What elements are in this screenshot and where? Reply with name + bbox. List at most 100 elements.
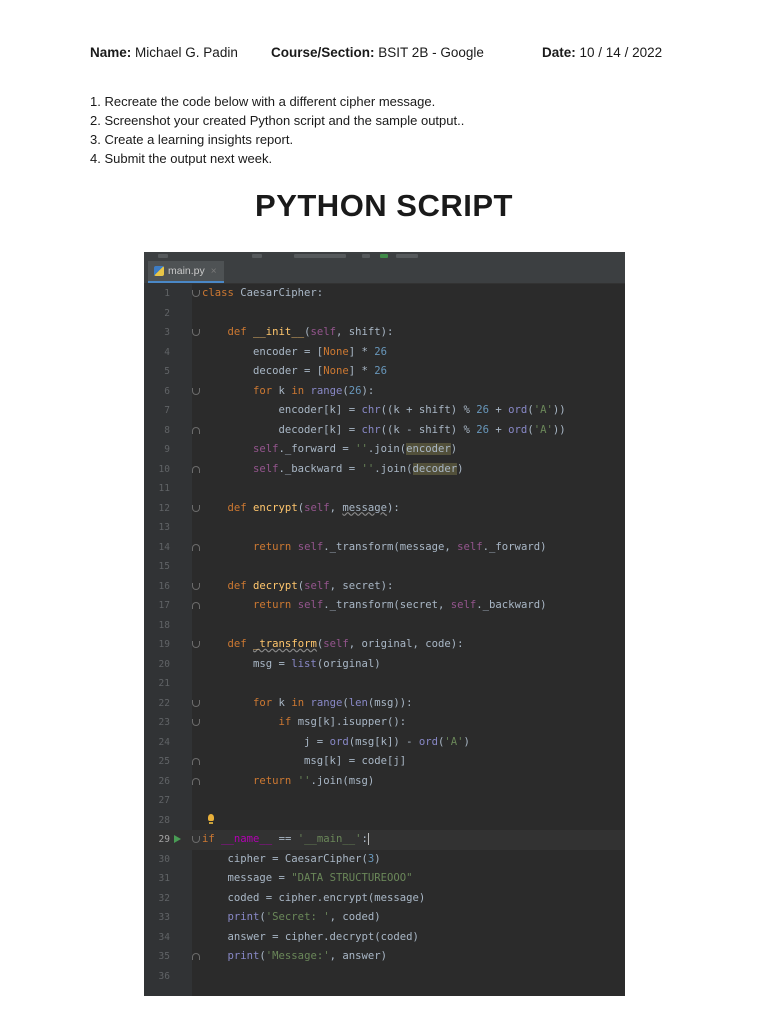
fold-marker-icon[interactable] bbox=[192, 426, 200, 434]
code-line[interactable]: 2 bbox=[144, 304, 625, 324]
code-line[interactable]: 13 bbox=[144, 518, 625, 538]
lightbulb-icon[interactable] bbox=[208, 813, 214, 824]
code-line[interactable]: 14 return self._transform(message, self.… bbox=[144, 538, 625, 558]
fold-marker-icon[interactable] bbox=[192, 719, 200, 726]
name-field: Name: Michael G. Padin bbox=[90, 45, 238, 60]
fold-marker-icon[interactable] bbox=[192, 836, 200, 843]
fold-marker-icon[interactable] bbox=[192, 777, 200, 785]
code-line[interactable]: 6 for k in range(26): bbox=[144, 382, 625, 402]
line-number: 1 bbox=[164, 288, 170, 299]
code-line[interactable]: 32 coded = cipher.encrypt(message) bbox=[144, 889, 625, 909]
name-label: Name: bbox=[90, 45, 132, 60]
code-line[interactable]: 30 cipher = CaesarCipher(3) bbox=[144, 850, 625, 870]
ide-screenshot: main.py × 1 class CaesarCipher: 2 3 def __i… bbox=[144, 252, 625, 996]
code-line[interactable]: 4 encoder = [None] * 26 bbox=[144, 343, 625, 363]
line-number: 12 bbox=[158, 502, 170, 514]
fold-marker-icon[interactable] bbox=[192, 582, 200, 590]
tab-main-py[interactable]: main.py × bbox=[148, 261, 224, 283]
code-line[interactable]: 7 encoder[k] = chr((k + shift) % 26 + or… bbox=[144, 401, 625, 421]
date-label: Date: bbox=[542, 45, 576, 60]
fold-marker-icon[interactable] bbox=[192, 465, 200, 473]
code-text: coded = cipher.encrypt(message) bbox=[202, 891, 426, 904]
python-file-icon bbox=[154, 266, 164, 276]
code-line[interactable]: 11 bbox=[144, 479, 625, 499]
code-line[interactable]: 18 bbox=[144, 616, 625, 636]
code-line[interactable]: 3 def __init__(self, shift): bbox=[144, 323, 625, 343]
code-line[interactable]: 29 if __name__ == '__main__': bbox=[144, 830, 625, 850]
code-text: return self._transform(secret, self._bac… bbox=[253, 599, 547, 611]
fold-marker-icon[interactable] bbox=[192, 602, 200, 609]
code-text: class CaesarCipher: bbox=[202, 287, 324, 299]
line-number: 8 bbox=[164, 424, 170, 436]
code-text: encoder = [None] * 26 bbox=[202, 345, 387, 358]
code-line[interactable]: 25 msg[k] = code[j] bbox=[144, 752, 625, 772]
line-number: 27 bbox=[158, 795, 170, 806]
line-number: 22 bbox=[158, 697, 170, 709]
line-number: 10 bbox=[158, 463, 170, 475]
editor-tab-bar: main.py × bbox=[144, 261, 625, 284]
fold-marker-icon[interactable] bbox=[192, 504, 200, 512]
fold-marker-icon[interactable] bbox=[192, 290, 200, 297]
code-line[interactable]: 20 msg = list(original) bbox=[144, 655, 625, 675]
code-line[interactable]: 15 bbox=[144, 557, 625, 577]
line-number: 2 bbox=[164, 307, 170, 319]
code-line[interactable]: 31 message = "DATA STRUCTUREOOO" bbox=[144, 869, 625, 889]
code-line[interactable]: 24 j = ord(msg[k]) - ord('A') bbox=[144, 733, 625, 753]
code-line[interactable]: 27 bbox=[144, 791, 625, 811]
code-line[interactable]: 23 if msg[k].isupper(): bbox=[144, 713, 625, 733]
code-text: self._forward = ''.join(encoder) bbox=[253, 443, 458, 455]
code-line[interactable]: 19 def _transform(self, original, code): bbox=[144, 635, 625, 655]
fold-marker-icon[interactable] bbox=[192, 329, 200, 336]
fold-marker-icon[interactable] bbox=[192, 758, 200, 765]
line-number: 16 bbox=[158, 580, 170, 592]
code-text: for k in range(26): bbox=[253, 384, 375, 397]
instruction-item: 3. Create a learning insights report. bbox=[90, 132, 294, 147]
code-line[interactable]: 17 return self._transform(secret, self._… bbox=[144, 596, 625, 616]
code-text: for k in range(len(msg)): bbox=[253, 696, 413, 709]
line-number: 28 bbox=[158, 814, 170, 826]
code-line[interactable]: 16 def decrypt(self, secret): bbox=[144, 577, 625, 597]
line-number: 36 bbox=[158, 970, 170, 982]
code-line[interactable]: 12 def encrypt(self, message): bbox=[144, 499, 625, 519]
code-line[interactable]: 36 bbox=[144, 967, 625, 987]
code-line[interactable]: 10 self._backward = ''.join(decoder) bbox=[144, 460, 625, 480]
line-number: 17 bbox=[158, 600, 170, 611]
instruction-item: 2. Screenshot your created Python script… bbox=[90, 113, 465, 128]
fold-marker-icon[interactable] bbox=[192, 641, 200, 648]
code-line[interactable]: 22 for k in range(len(msg)): bbox=[144, 694, 625, 714]
date-value: 10 / 14 / 2022 bbox=[579, 45, 663, 60]
code-text: print('Secret: ', coded) bbox=[227, 911, 381, 923]
code-text: def decrypt(self, secret): bbox=[227, 579, 394, 592]
code-line[interactable]: 9 self._forward = ''.join(encoder) bbox=[144, 440, 625, 460]
code-line[interactable]: 35 print('Message:', answer) bbox=[144, 947, 625, 967]
course-label: Course/Section: bbox=[271, 45, 375, 60]
line-number: 34 bbox=[158, 931, 170, 943]
code-editor[interactable]: 1 class CaesarCipher: 2 3 def __init__(self… bbox=[144, 283, 625, 996]
fold-marker-icon[interactable] bbox=[192, 699, 200, 707]
code-line[interactable]: 34 answer = cipher.decrypt(coded) bbox=[144, 928, 625, 948]
code-text: def __init__(self, shift): bbox=[227, 326, 394, 338]
code-line[interactable]: 5 decoder = [None] * 26 bbox=[144, 362, 625, 382]
line-number: 14 bbox=[158, 541, 170, 553]
line-number: 7 bbox=[164, 405, 170, 416]
date-field: Date: 10 / 14 / 2022 bbox=[542, 45, 662, 60]
line-number: 13 bbox=[158, 522, 170, 533]
line-number: 24 bbox=[158, 736, 170, 748]
code-line[interactable]: 33 print('Secret: ', coded) bbox=[144, 908, 625, 928]
fold-marker-icon[interactable] bbox=[192, 543, 200, 551]
close-icon[interactable]: × bbox=[211, 266, 217, 277]
line-number: 6 bbox=[164, 385, 170, 397]
fold-marker-icon[interactable] bbox=[192, 387, 200, 395]
fold-marker-icon[interactable] bbox=[192, 953, 200, 960]
code-line[interactable]: 1 class CaesarCipher: bbox=[144, 284, 625, 304]
code-text: msg[k] = code[j] bbox=[202, 755, 407, 767]
line-number: 31 bbox=[158, 873, 170, 884]
code-line[interactable]: 21 bbox=[144, 674, 625, 694]
run-gutter-icon[interactable] bbox=[174, 835, 181, 843]
code-line[interactable]: 8 decoder[k] = chr((k - shift) % 26 + or… bbox=[144, 421, 625, 441]
code-line[interactable]: 28 bbox=[144, 811, 625, 831]
code-line[interactable]: 26 return ''.join(msg) bbox=[144, 772, 625, 792]
code-text: def _transform(self, original, code): bbox=[227, 638, 464, 650]
line-number: 23 bbox=[158, 717, 170, 728]
instruction-item: 4. Submit the output next week. bbox=[90, 151, 273, 166]
